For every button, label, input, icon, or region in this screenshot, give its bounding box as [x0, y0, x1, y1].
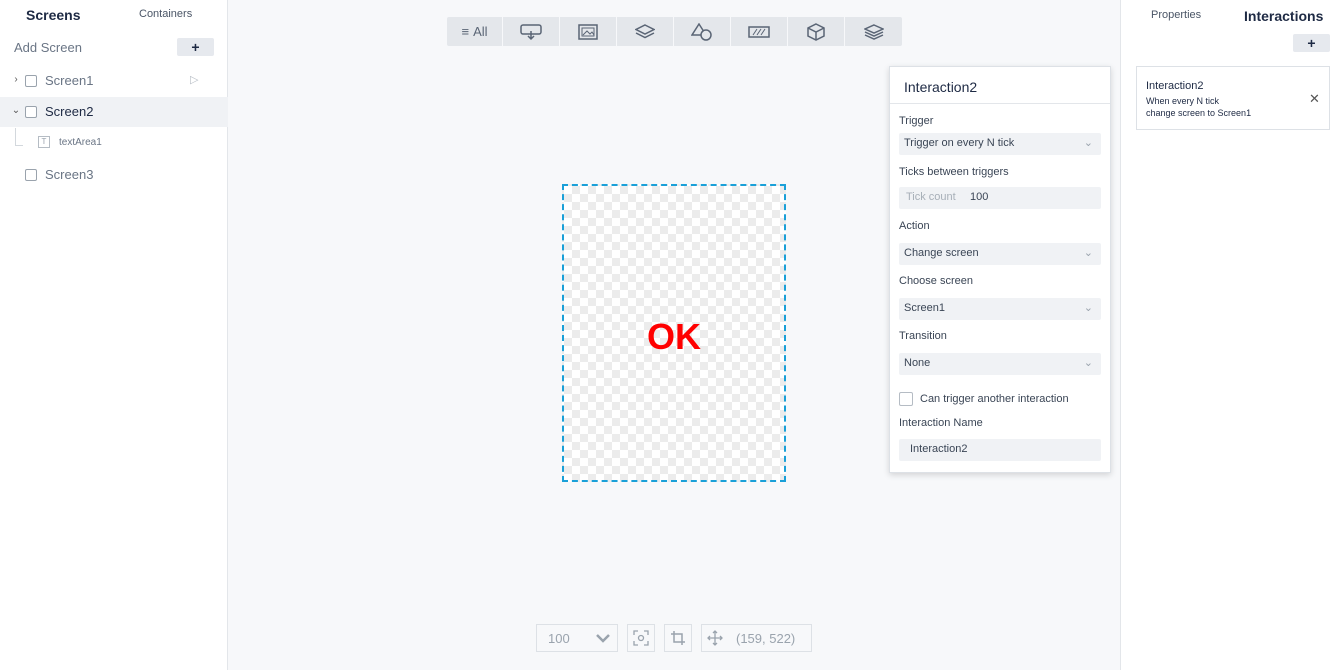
choose-screen-value: Screen1 [904, 302, 945, 314]
add-interaction-button[interactable]: + [1293, 34, 1330, 52]
chevron-down-icon [596, 634, 610, 643]
choose-screen-select[interactable]: Screen1 ⌄ [899, 298, 1101, 320]
zoom-value: 100 [548, 631, 570, 646]
add-screen-row: Add Screen + [0, 38, 228, 58]
trigger-select[interactable]: Trigger on every N tick ⌄ [899, 133, 1101, 155]
screens-panel: Screens Containers Add Screen + › Screen… [0, 0, 228, 670]
coordinates-text: (159, 522) [736, 631, 796, 646]
action-value: Change screen [904, 247, 979, 259]
tree-item-label: textArea1 [59, 137, 102, 148]
filter-layers-button[interactable] [617, 17, 674, 46]
tree-item-screen3[interactable]: Screen3 [0, 160, 228, 190]
menu-icon: ≡ [461, 24, 470, 39]
text-icon: T [38, 136, 50, 148]
zoom-select[interactable]: 100 [536, 624, 618, 652]
filter-image-button[interactable] [560, 17, 617, 46]
fit-screen-button[interactable] [627, 624, 655, 652]
tab-properties[interactable]: Properties [1151, 9, 1201, 21]
tick-count-field[interactable]: Tick count 100 [899, 187, 1101, 209]
filter-all-button[interactable]: ≡ All [447, 17, 503, 46]
add-screen-button[interactable]: + [177, 38, 214, 56]
can-trigger-checkbox[interactable] [899, 392, 913, 406]
transition-value: None [904, 357, 931, 369]
crop-icon [671, 631, 685, 645]
interaction-card[interactable]: Interaction2 When every N tick change sc… [1136, 66, 1330, 130]
action-select[interactable]: Change screen ⌄ [899, 243, 1101, 265]
play-icon[interactable]: ▷ [190, 73, 198, 86]
filter-interaction-button[interactable] [503, 17, 560, 46]
trigger-label: Trigger [899, 115, 934, 127]
transition-select[interactable]: None ⌄ [899, 353, 1101, 375]
filter-progress-button[interactable] [731, 17, 788, 46]
interaction-card-desc: When every N tick change screen to Scree… [1146, 95, 1251, 119]
filter-all-label: All [473, 24, 488, 39]
layer-stack-icon [863, 23, 884, 40]
focus-icon [633, 630, 649, 646]
divider [890, 103, 1110, 104]
choose-screen-label: Choose screen [899, 275, 973, 287]
interaction-name-input[interactable]: Interaction2 [899, 439, 1101, 461]
widget-filter-toolbar: ≡ All [447, 17, 902, 46]
screen-icon [25, 106, 37, 118]
tab-containers[interactable]: Containers [139, 8, 192, 20]
tick-count-placeholder: Tick count [906, 191, 956, 203]
screen-icon [25, 169, 37, 181]
chevron-down-icon[interactable]: ⌄ [11, 105, 21, 116]
interaction-editor-popup: Interaction2 Trigger Trigger on every N … [889, 66, 1111, 473]
chevron-down-icon: ⌄ [1083, 247, 1093, 259]
image-icon [578, 23, 598, 40]
action-label: Action [899, 220, 930, 232]
add-screen-label: Add Screen [14, 40, 82, 55]
interaction-card-desc-line: change screen to Screen1 [1146, 108, 1252, 118]
cursor-coordinates: (159, 522) [701, 624, 812, 652]
text-area-content[interactable]: OK [564, 316, 784, 358]
interactions-panel: Properties Interactions + Interaction2 W… [1120, 0, 1342, 670]
interaction-name-value: Interaction2 [910, 443, 968, 455]
filter-containers-button[interactable] [845, 17, 902, 46]
tab-screens[interactable]: Screens [26, 7, 80, 23]
interaction-card-title: Interaction2 [1146, 80, 1204, 92]
shapes-icon [691, 22, 712, 41]
progress-icon [748, 25, 770, 38]
layers-icon [635, 23, 655, 38]
screen-canvas[interactable]: OK [562, 184, 786, 482]
chevron-down-icon: ⌄ [1083, 137, 1093, 149]
popup-title: Interaction2 [904, 79, 978, 95]
chevron-right-icon[interactable]: › [11, 74, 21, 85]
chevron-down-icon: ⌄ [1083, 357, 1093, 369]
transition-label: Transition [899, 330, 947, 342]
tree-item-screen2[interactable]: ⌄ Screen2 [0, 97, 228, 127]
left-panel-tabs: Screens Containers [0, 0, 228, 32]
tree-item-label: Screen3 [45, 167, 94, 182]
tick-count-value: 100 [970, 191, 989, 203]
filter-3d-button[interactable] [788, 17, 845, 46]
tree-item-label: Screen2 [45, 104, 94, 119]
screen-icon [25, 75, 37, 87]
box-3d-icon [807, 22, 825, 41]
interaction-icon [520, 23, 542, 40]
tab-interactions[interactable]: Interactions [1244, 8, 1323, 24]
move-icon [707, 630, 723, 646]
interaction-card-desc-line: When every N tick [1146, 96, 1220, 106]
can-trigger-label: Can trigger another interaction [920, 393, 1069, 405]
tree-item-textarea1[interactable]: T textArea1 [0, 133, 228, 153]
trigger-value: Trigger on every N tick [904, 137, 1015, 149]
chevron-down-icon: ⌄ [1083, 302, 1093, 314]
crop-button[interactable] [664, 624, 692, 652]
interaction-name-label: Interaction Name [899, 417, 983, 429]
filter-shapes-button[interactable] [674, 17, 731, 46]
tree-item-label: Screen1 [45, 73, 94, 88]
tree-item-screen1[interactable]: › Screen1 ▷ [0, 66, 228, 96]
ticks-label: Ticks between triggers [899, 166, 1009, 178]
close-icon[interactable]: ✕ [1309, 91, 1320, 107]
